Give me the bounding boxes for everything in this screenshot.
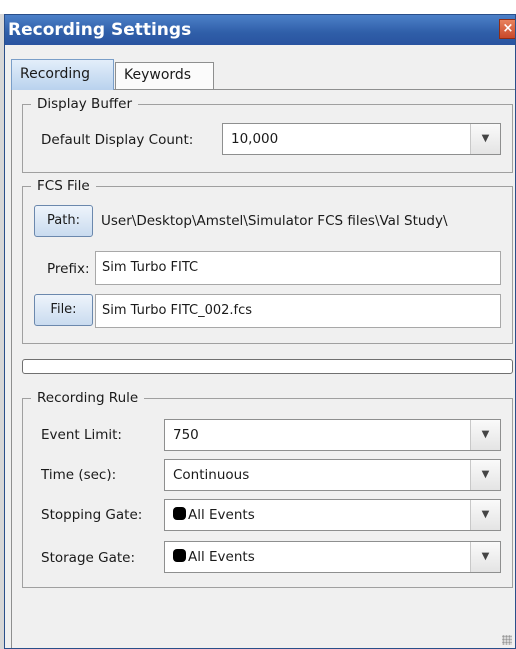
- tab-keywords-label: Keywords: [124, 67, 192, 83]
- event-limit-label: Event Limit:: [41, 427, 122, 443]
- default-display-count-select[interactable]: 10,000 ▼: [222, 123, 501, 155]
- time-sec-label: Time (sec):: [41, 467, 117, 483]
- recording-rule-legend: Recording Rule: [37, 390, 139, 406]
- path-button[interactable]: Path:: [34, 205, 93, 237]
- fcs-file-legend: FCS File: [37, 178, 90, 194]
- stopping-gate-label: Stopping Gate:: [41, 507, 143, 523]
- storage-gate-select[interactable]: All Events ▼: [164, 541, 501, 573]
- storage-gate-value: All Events: [188, 549, 255, 565]
- resize-grip-icon[interactable]: [502, 635, 512, 645]
- path-button-label: Path:: [47, 213, 80, 228]
- chevron-down-icon[interactable]: ▼: [470, 460, 500, 490]
- file-input-value: Sim Turbo FITC_002.fcs: [102, 303, 253, 318]
- event-limit-select[interactable]: 750 ▼: [164, 419, 501, 451]
- close-icon: ×: [502, 21, 514, 36]
- stopping-gate-select[interactable]: All Events ▼: [164, 499, 501, 531]
- display-buffer-legend: Display Buffer: [37, 96, 133, 112]
- file-input[interactable]: Sim Turbo FITC_002.fcs: [95, 294, 501, 328]
- chevron-down-icon[interactable]: ▼: [470, 420, 500, 450]
- file-button-label: File:: [50, 302, 77, 317]
- path-value: User\Desktop\Amstel\Simulator FCS files\…: [101, 213, 448, 229]
- stopping-gate-value: All Events: [188, 507, 255, 523]
- chevron-down-icon[interactable]: ▼: [470, 124, 500, 154]
- event-limit-value: 750: [173, 427, 199, 443]
- tab-keywords[interactable]: Keywords: [115, 62, 214, 89]
- prefix-label: Prefix:: [47, 261, 90, 277]
- chevron-down-icon[interactable]: ▼: [470, 500, 500, 530]
- default-display-count-value: 10,000: [231, 131, 279, 147]
- prefix-input-value: Sim Turbo FITC: [102, 260, 199, 275]
- recording-progress-bar: [22, 359, 513, 374]
- tab-recording-label: Recording: [20, 66, 91, 82]
- chevron-down-icon[interactable]: ▼: [470, 542, 500, 572]
- default-display-count-label: Default Display Count:: [41, 132, 194, 148]
- window-title: Recording Settings: [8, 20, 192, 40]
- tab-recording[interactable]: Recording: [11, 59, 114, 90]
- time-sec-select[interactable]: Continuous ▼: [164, 459, 501, 491]
- file-button[interactable]: File:: [34, 294, 93, 326]
- gate-color-swatch: [173, 549, 186, 562]
- title-bar[interactable]: Recording Settings ×: [5, 15, 515, 45]
- prefix-input[interactable]: Sim Turbo FITC: [95, 251, 501, 285]
- gate-color-swatch: [173, 507, 186, 520]
- storage-gate-label: Storage Gate:: [41, 550, 135, 566]
- time-sec-value: Continuous: [173, 467, 250, 483]
- close-button[interactable]: ×: [499, 19, 515, 39]
